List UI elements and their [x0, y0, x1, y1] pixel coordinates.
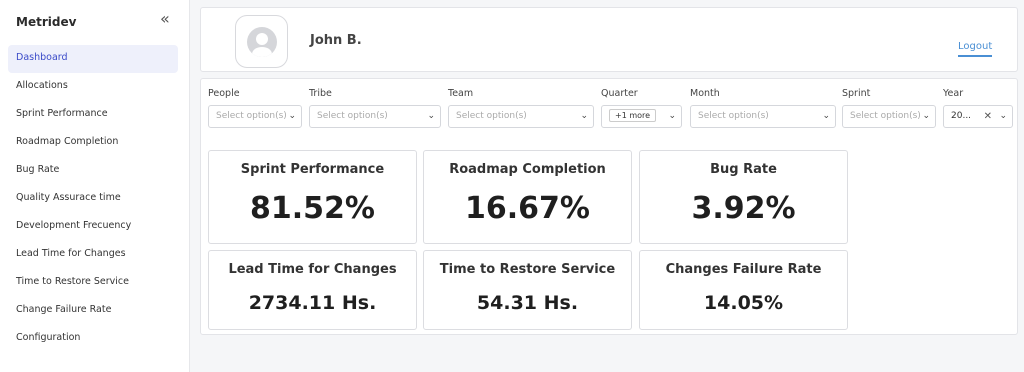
- sidebar-nav: Dashboard Allocations Sprint Performance…: [8, 45, 178, 353]
- metric-title: Time to Restore Service: [439, 262, 616, 277]
- sidebar-item-change-failure-rate[interactable]: Change Failure Rate: [8, 297, 178, 325]
- team-select-placeholder: Select option(s): [456, 111, 527, 121]
- sidebar-item-sprint-performance[interactable]: Sprint Performance: [8, 101, 178, 129]
- metric-card-sprint-performance: Sprint Performance 81.52%: [208, 150, 417, 244]
- metric-card-lead-time-for-changes: Lead Time for Changes 2734.11 Hs.: [208, 250, 417, 330]
- sidebar-item-development-frequency[interactable]: Development Frecuency: [8, 213, 178, 241]
- metric-card-time-to-restore-service: Time to Restore Service 54.31 Hs.: [423, 250, 632, 330]
- metric-value: 14.05%: [703, 292, 784, 314]
- chevron-down-icon: ⌄: [822, 111, 830, 121]
- sprint-select[interactable]: Select option(s) ⌄: [842, 105, 936, 128]
- sidebar-item-roadmap-completion[interactable]: Roadmap Completion: [8, 129, 178, 157]
- chevron-down-icon: ⌄: [668, 111, 676, 121]
- quarter-select[interactable]: +1 more ⌄: [601, 105, 682, 128]
- metric-title: Roadmap Completion: [449, 162, 606, 177]
- year-select[interactable]: 20... ✕ ⌄: [943, 105, 1013, 128]
- metric-card-changes-failure-rate: Changes Failure Rate 14.05%: [639, 250, 848, 330]
- user-name: John B.: [310, 33, 362, 48]
- filter-label-year: Year: [943, 88, 964, 99]
- sidebar-item-bug-rate[interactable]: Bug Rate: [8, 157, 178, 185]
- dashboard-panel: People Select option(s) ⌄ Tribe Select o…: [200, 78, 1018, 335]
- sidebar-item-allocations[interactable]: Allocations: [8, 73, 178, 101]
- avatar: [235, 15, 288, 68]
- filter-label-sprint: Sprint: [842, 88, 871, 99]
- filter-label-tribe: Tribe: [309, 88, 332, 99]
- metric-title: Lead Time for Changes: [228, 262, 397, 277]
- chevron-down-icon: ⌄: [580, 111, 588, 121]
- metric-value: 3.92%: [691, 191, 796, 226]
- metric-value: 81.52%: [250, 191, 375, 226]
- metric-card-bug-rate: Bug Rate 3.92%: [639, 150, 848, 244]
- app-brand: Metridev: [16, 15, 77, 29]
- metric-value: 2734.11 Hs.: [248, 292, 377, 314]
- metric-title: Changes Failure Rate: [665, 262, 822, 277]
- filter-label-team: Team: [448, 88, 474, 99]
- user-header: John B. Logout: [200, 7, 1018, 72]
- metric-title: Sprint Performance: [240, 162, 385, 177]
- collapse-sidebar-icon[interactable]: «: [160, 11, 170, 27]
- metric-value: 16.67%: [465, 191, 590, 226]
- chevron-down-icon: ⌄: [288, 111, 296, 121]
- metric-card-roadmap-completion: Roadmap Completion 16.67%: [423, 150, 632, 244]
- team-select[interactable]: Select option(s) ⌄: [448, 105, 594, 128]
- chevron-down-icon: ⌄: [427, 111, 435, 121]
- filter-label-people: People: [208, 88, 240, 99]
- sprint-select-placeholder: Select option(s): [850, 111, 921, 121]
- month-select[interactable]: Select option(s) ⌄: [690, 105, 836, 128]
- year-select-value: 20...: [951, 111, 972, 121]
- people-select-placeholder: Select option(s): [216, 111, 287, 121]
- metric-value: 54.31 Hs.: [476, 292, 579, 314]
- sidebar-item-dashboard[interactable]: Dashboard: [8, 45, 178, 73]
- user-silhouette-icon: [246, 26, 277, 57]
- sidebar-item-lead-time-for-changes[interactable]: Lead Time for Changes: [8, 241, 178, 269]
- filter-label-quarter: Quarter: [601, 88, 638, 99]
- tribe-select[interactable]: Select option(s) ⌄: [309, 105, 441, 128]
- sidebar-item-time-to-restore-service[interactable]: Time to Restore Service: [8, 269, 178, 297]
- sidebar: Metridev « Dashboard Allocations Sprint …: [0, 0, 190, 372]
- people-select[interactable]: Select option(s) ⌄: [208, 105, 302, 128]
- month-select-placeholder: Select option(s): [698, 111, 769, 121]
- logout-link[interactable]: Logout: [958, 41, 993, 57]
- sidebar-item-configuration[interactable]: Configuration: [8, 325, 178, 353]
- chevron-down-icon: ⌄: [922, 111, 930, 121]
- metric-title: Bug Rate: [710, 162, 777, 177]
- tribe-select-placeholder: Select option(s): [317, 111, 388, 121]
- chevron-down-icon: ⌄: [999, 111, 1007, 121]
- sidebar-item-quality-assurance-time[interactable]: Quality Assurace time: [8, 185, 178, 213]
- filter-label-month: Month: [690, 88, 720, 99]
- clear-icon[interactable]: ✕: [984, 106, 992, 127]
- quarter-more-tag: +1 more: [609, 109, 657, 122]
